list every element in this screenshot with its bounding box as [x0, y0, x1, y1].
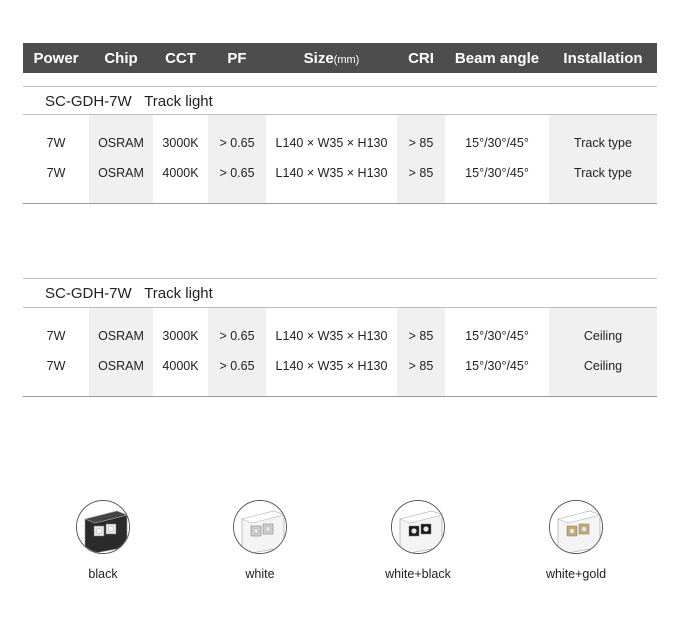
cell-chip: OSRAM	[98, 329, 144, 343]
color-label: white+gold	[545, 567, 607, 581]
cell-cct: 3000K	[162, 136, 199, 150]
cell-size: L140 × W35 × H130	[275, 329, 388, 343]
cell-pf: > 0.65	[219, 136, 255, 150]
header-size-unit: (mm)	[333, 54, 360, 66]
header-cri: CRI	[408, 50, 434, 67]
cell-power: 7W	[46, 329, 66, 343]
cell-installation: Ceiling	[583, 329, 623, 343]
cell-cri: > 85	[408, 136, 434, 150]
cell-installation: Track type	[574, 136, 632, 150]
column-shade-pf	[208, 115, 266, 203]
section-title-1: SC-GDH-7W Track light	[23, 86, 657, 115]
section-1-model: SC-GDH-7W	[45, 93, 132, 110]
cell-installation: Ceiling	[583, 359, 623, 373]
cell-chip: OSRAM	[98, 166, 144, 180]
header-chip: Chip	[104, 50, 138, 67]
fixture-thumbnail-icon	[233, 500, 287, 554]
cell-pf: > 0.65	[219, 166, 255, 180]
column-shade-pf	[208, 308, 266, 396]
cell-power: 7W	[46, 136, 66, 150]
cell-size: L140 × W35 × H130	[275, 136, 388, 150]
header-pf: PF	[227, 50, 247, 67]
cell-beam: 15°/30°/45°	[465, 166, 529, 180]
column-shade-installation	[549, 308, 657, 396]
fixture-thumbnail-icon	[391, 500, 445, 554]
cell-pf: > 0.65	[219, 329, 255, 343]
cell-power: 7W	[46, 166, 66, 180]
cell-cct: 3000K	[162, 329, 199, 343]
header-installation: Installation	[563, 50, 643, 67]
header-size-label: Size	[303, 50, 334, 67]
color-label: white	[245, 567, 275, 581]
column-shade-cri	[397, 308, 445, 396]
cell-cct: 4000K	[162, 166, 199, 180]
header-cct: CCT	[165, 50, 196, 67]
cell-cct: 4000K	[162, 359, 199, 373]
section-title-1-text: SC-GDH-7W Track light	[45, 93, 213, 110]
spec-table-header: Power Chip CCT PF Size(mm) CRI Beam angl…	[23, 43, 657, 73]
color-label: white+black	[385, 567, 451, 581]
header-power: Power	[33, 50, 79, 67]
cell-cri: > 85	[408, 329, 434, 343]
fixture-thumbnail-icon	[549, 500, 603, 554]
cell-power: 7W	[46, 359, 66, 373]
cell-pf: > 0.65	[219, 359, 255, 373]
cell-beam: 15°/30°/45°	[465, 136, 529, 150]
cell-size: L140 × W35 × H130	[275, 359, 388, 373]
cell-beam: 15°/30°/45°	[465, 329, 529, 343]
column-shade-installation	[549, 115, 657, 203]
section-1-type: Track light	[144, 93, 213, 110]
column-shade-chip	[89, 308, 153, 396]
column-shade-chip	[89, 115, 153, 203]
cell-installation: Track type	[574, 166, 632, 180]
section-2-model: SC-GDH-7W	[45, 285, 132, 302]
color-label: black	[88, 567, 118, 581]
cell-cri: > 85	[408, 166, 434, 180]
cell-chip: OSRAM	[98, 359, 144, 373]
section-title-2: SC-GDH-7W Track light	[23, 278, 657, 308]
cell-cri: > 85	[408, 359, 434, 373]
header-beam: Beam angle	[454, 50, 540, 67]
spec-table-1: 7W OSRAM 3000K > 0.65 L140 × W35 × H130 > 85 1…	[23, 114, 657, 204]
cell-chip: OSRAM	[98, 136, 144, 150]
column-shade-cri	[397, 115, 445, 203]
cell-size: L140 × W35 × H130	[275, 166, 388, 180]
spec-table-2: 7W OSRAM 3000K > 0.65 L140 × W35 × H130 > 85 1…	[23, 307, 657, 397]
cell-beam: 15°/30°/45°	[465, 359, 529, 373]
header-size: Size(mm)	[266, 43, 397, 76]
section-2-type: Track light	[144, 285, 213, 302]
section-title-2-text: SC-GDH-7W Track light	[45, 285, 213, 302]
fixture-thumbnail-icon	[76, 500, 130, 554]
